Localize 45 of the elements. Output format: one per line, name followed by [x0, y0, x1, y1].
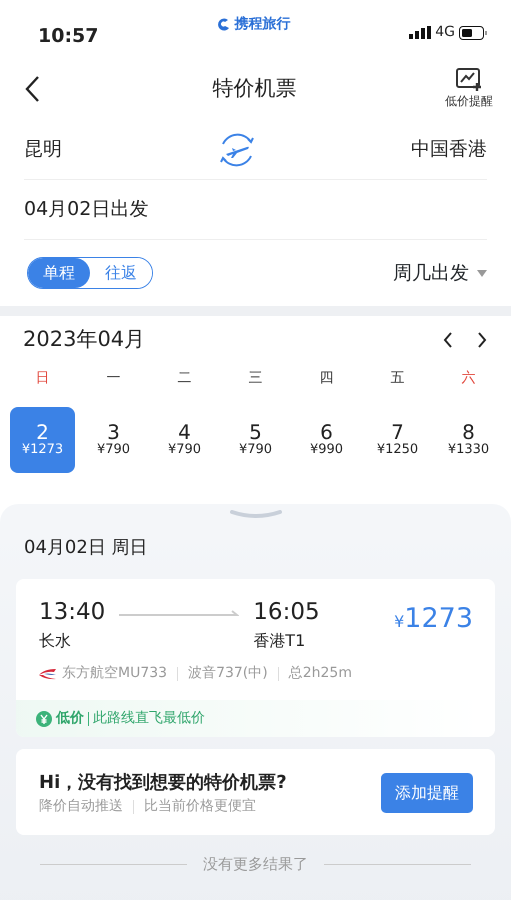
weekday-label: 四: [318, 368, 334, 388]
arrival-airport: 香港T1: [253, 630, 306, 652]
promo-note: 降价自动推送: [39, 797, 123, 816]
flight-duration: 总2h25m: [288, 664, 352, 683]
add-alert-button[interactable]: 添加提醒: [381, 773, 473, 813]
logo-text: 携程旅行: [234, 15, 290, 34]
promo-note: 比当前价格更便宜: [144, 797, 256, 816]
battery-icon: [459, 26, 487, 40]
weekday-label: 五: [390, 368, 406, 388]
calendar-month: 2023年04月: [23, 326, 146, 353]
yuan-icon: [36, 710, 52, 726]
signal-icon: [409, 26, 432, 39]
end-of-results-text: 没有更多结果了: [203, 854, 308, 875]
weekday-label: 三: [248, 368, 264, 388]
departure-date[interactable]: 04月02日出发: [24, 195, 148, 224]
origin-city[interactable]: 昆明: [24, 135, 62, 164]
aircraft-type: 波音737(中): [188, 664, 268, 683]
network-label: 4G: [435, 23, 455, 42]
low-price-banner: 低价 此路线直飞最低价: [16, 700, 495, 737]
arrival-time: 16:05: [253, 598, 320, 626]
dropdown-caret-icon: [477, 270, 487, 276]
departure-airport: 长水: [39, 630, 72, 652]
chart-plus-icon: [456, 68, 482, 92]
promo-title: Hi，没有找到想要的特价机票?: [39, 771, 287, 795]
weekday-label: 二: [176, 368, 192, 388]
calendar-day[interactable]: 2 ¥1273: [10, 406, 75, 472]
previous-icon[interactable]: [443, 332, 453, 348]
airline-logo-icon: [38, 668, 56, 680]
back-icon[interactable]: [24, 75, 40, 103]
weekday-filter[interactable]: 周几出发: [393, 258, 487, 288]
next-icon[interactable]: [477, 332, 487, 348]
flight-price: ¥1273: [394, 602, 473, 636]
results-date-heading: 04月02日 周日: [23, 536, 149, 560]
weekday-label: 一: [106, 368, 122, 388]
airline-flight: 东方航空MU733: [62, 664, 168, 683]
price-alert-button[interactable]: 低价提醒: [445, 68, 493, 110]
destination-city[interactable]: 中国香港: [411, 135, 487, 164]
page-title: 特价机票: [212, 75, 296, 102]
weekday-label: 六: [460, 368, 476, 388]
departure-time: 13:40: [39, 598, 106, 626]
status-time: 10:57: [38, 24, 98, 49]
flight-card[interactable]: 13:40 长水 16:05 香港T1 ¥1273 东方航空MU733 波音737(中) 总2h25m 低价 此路线直飞最低价: [16, 578, 495, 737]
weekday-label: 日: [34, 368, 50, 388]
logo-icon: [217, 18, 230, 31]
trip-type-tab[interactable]: 单程: [28, 258, 90, 288]
